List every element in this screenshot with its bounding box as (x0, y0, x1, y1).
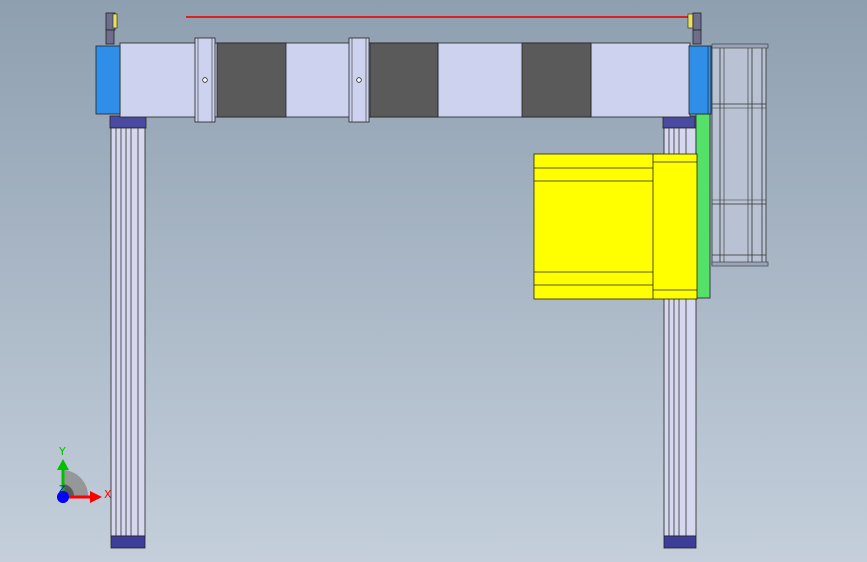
frame-bottom-bar (711, 261, 769, 267)
beam-dark-block (521, 42, 592, 118)
left-end-cap[interactable] (95, 45, 121, 115)
triad-x-label: X (104, 488, 112, 501)
carriage-body (533, 153, 698, 300)
green-mounting-plate[interactable] (695, 113, 711, 299)
coordinate-triad[interactable]: Y X Z (57, 445, 112, 503)
frame-top-bar (711, 43, 769, 49)
triad-y-arrowhead (57, 459, 69, 470)
triad-x-arrowhead (90, 491, 102, 503)
beam-clamp-bolt (202, 77, 208, 83)
left-rod-tab-tip (112, 13, 118, 29)
cad-model-view[interactable]: Y X Z (0, 0, 867, 562)
yellow-carriage[interactable] (533, 153, 698, 300)
right-rod-tab-tip (687, 13, 694, 29)
horizontal-beam[interactable] (119, 37, 691, 123)
right-column-foot (663, 535, 697, 549)
right-side-frame[interactable] (711, 43, 769, 267)
left-column[interactable] (109, 115, 147, 549)
left-column-top-block (109, 115, 147, 129)
triad-y-label: Y (58, 445, 66, 458)
left-tab-stem (105, 29, 115, 45)
right-rod-tab (692, 12, 702, 31)
cad-viewport[interactable]: Y X Z (0, 0, 867, 562)
left-column-foot (110, 535, 146, 549)
beam-dark-block (216, 42, 287, 118)
triad-z-label: Z (59, 485, 65, 495)
beam-clamp-bolt (356, 77, 362, 83)
right-tab-stem (692, 29, 702, 45)
right-column-top-block (662, 115, 696, 129)
beam-dark-block (369, 42, 439, 118)
